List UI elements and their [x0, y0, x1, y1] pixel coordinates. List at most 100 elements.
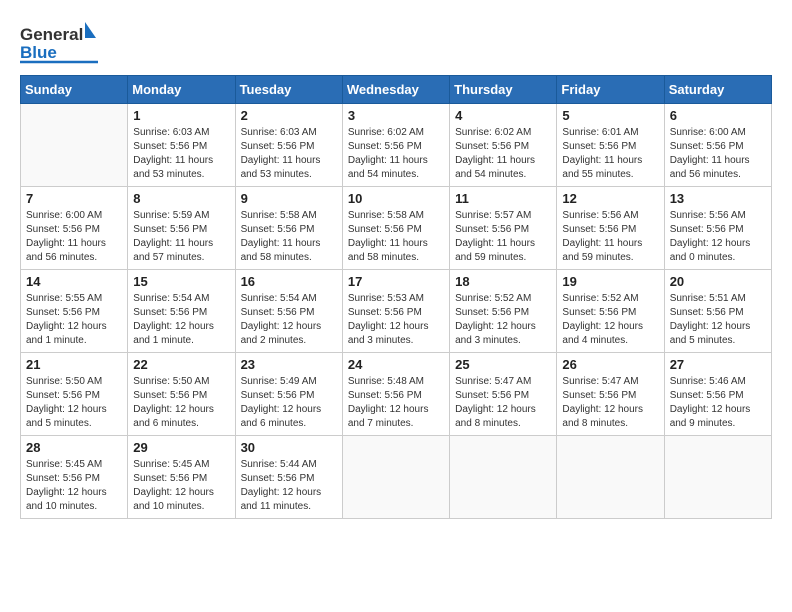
day-info: Sunrise: 6:02 AM Sunset: 5:56 PM Dayligh… [348, 126, 444, 182]
day-info: Sunrise: 5:57 AM Sunset: 5:56 PM Dayligh… [455, 209, 551, 265]
day-number: 12 [562, 191, 658, 206]
day-number: 17 [348, 274, 444, 289]
day-of-week-header: Saturday [664, 76, 771, 104]
calendar-week-row: 21 Sunrise: 5:50 AM Sunset: 5:56 PM Dayli… [21, 353, 772, 436]
day-of-week-header: Thursday [450, 76, 557, 104]
calendar-cell: 3Sunrise: 6:02 AM Sunset: 5:56 PM Daylig… [342, 104, 449, 187]
calendar-cell: 26Sunrise: 5:47 AM Sunset: 5:56 PM Dayli… [557, 353, 664, 436]
calendar-cell: 6 Sunrise: 6:00 AM Sunset: 5:56 PM Daylig… [664, 104, 771, 187]
svg-text:General: General [20, 25, 83, 44]
day-info: Sunrise: 5:47 AM Sunset: 5:56 PM Dayligh… [562, 375, 658, 431]
day-number: 21 [26, 357, 122, 372]
calendar-cell: 18Sunrise: 5:52 AM Sunset: 5:56 PM Dayli… [450, 270, 557, 353]
calendar-cell: 2 Sunrise: 6:03 AM Sunset: 5:56 PM Daylig… [235, 104, 342, 187]
day-info: Sunrise: 5:55 AM Sunset: 5:56 PM Dayligh… [26, 292, 122, 348]
day-number: 24 [348, 357, 444, 372]
calendar-cell: 7Sunrise: 6:00 AM Sunset: 5:56 PM Daylig… [21, 187, 128, 270]
calendar-cell: 24 Sunrise: 5:48 AM Sunset: 5:56 PM Dayli… [342, 353, 449, 436]
calendar-table: SundayMondayTuesdayWednesdayThursdayFrid… [20, 75, 772, 519]
day-number: 29 [133, 440, 229, 455]
day-info: Sunrise: 5:47 AM Sunset: 5:56 PM Dayligh… [455, 375, 551, 431]
calendar-cell: 25 Sunrise: 5:47 AM Sunset: 5:56 PM Dayli… [450, 353, 557, 436]
page-header: General Blue [20, 20, 772, 65]
calendar-cell: 14 Sunrise: 5:55 AM Sunset: 5:56 PM Dayli… [21, 270, 128, 353]
calendar-cell: 1 Sunrise: 6:03 AM Sunset: 5:56 PM Daylig… [128, 104, 235, 187]
day-number: 22 [133, 357, 229, 372]
calendar-cell: 21 Sunrise: 5:50 AM Sunset: 5:56 PM Dayli… [21, 353, 128, 436]
day-info: Sunrise: 5:58 AM Sunset: 5:56 PM Dayligh… [348, 209, 444, 265]
day-number: 13 [670, 191, 766, 206]
day-info: Sunrise: 5:52 AM Sunset: 5:56 PM Dayligh… [562, 292, 658, 348]
day-info: Sunrise: 6:00 AM Sunset: 5:56 PM Dayligh… [26, 209, 122, 265]
day-info: Sunrise: 5:56 AM Sunset: 5:56 PM Dayligh… [670, 209, 766, 265]
day-number: 1 [133, 108, 229, 123]
day-number: 15 [133, 274, 229, 289]
day-info: Sunrise: 5:56 AM Sunset: 5:56 PM Dayligh… [562, 209, 658, 265]
calendar-cell: 28 Sunrise: 5:45 AM Sunset: 5:56 PM Dayli… [21, 436, 128, 519]
day-number: 25 [455, 357, 551, 372]
day-info: Sunrise: 6:03 AM Sunset: 5:56 PM Dayligh… [241, 126, 337, 182]
calendar-cell [21, 104, 128, 187]
logo-svg: General Blue [20, 20, 100, 65]
calendar-cell: 12 Sunrise: 5:56 AM Sunset: 5:56 PM Dayli… [557, 187, 664, 270]
day-info: Sunrise: 5:59 AM Sunset: 5:56 PM Dayligh… [133, 209, 229, 265]
calendar-cell: 20 Sunrise: 5:51 AM Sunset: 5:56 PM Dayli… [664, 270, 771, 353]
day-info: Sunrise: 6:00 AM Sunset: 5:56 PM Dayligh… [670, 126, 766, 182]
calendar-week-row: 28 Sunrise: 5:45 AM Sunset: 5:56 PM Dayli… [21, 436, 772, 519]
calendar-cell: 10 Sunrise: 5:58 AM Sunset: 5:56 PM Dayli… [342, 187, 449, 270]
calendar-cell: 9 Sunrise: 5:58 AM Sunset: 5:56 PM Daylig… [235, 187, 342, 270]
logo: General Blue [20, 20, 100, 65]
day-info: Sunrise: 5:52 AM Sunset: 5:56 PM Dayligh… [455, 292, 551, 348]
calendar-cell [664, 436, 771, 519]
calendar-cell: 4Sunrise: 6:02 AM Sunset: 5:56 PM Daylig… [450, 104, 557, 187]
day-info: Sunrise: 5:44 AM Sunset: 5:56 PM Dayligh… [241, 458, 337, 514]
calendar-cell: 27 Sunrise: 5:46 AM Sunset: 5:56 PM Dayli… [664, 353, 771, 436]
calendar-cell [450, 436, 557, 519]
day-info: Sunrise: 5:46 AM Sunset: 5:56 PM Dayligh… [670, 375, 766, 431]
day-info: Sunrise: 6:03 AM Sunset: 5:56 PM Dayligh… [133, 126, 229, 182]
day-info: Sunrise: 5:45 AM Sunset: 5:56 PM Dayligh… [26, 458, 122, 514]
day-info: Sunrise: 5:54 AM Sunset: 5:56 PM Dayligh… [241, 292, 337, 348]
calendar-cell: 30 Sunrise: 5:44 AM Sunset: 5:56 PM Dayli… [235, 436, 342, 519]
calendar-week-row: 1 Sunrise: 6:03 AM Sunset: 5:56 PM Daylig… [21, 104, 772, 187]
day-number: 2 [241, 108, 337, 123]
day-of-week-header: Sunday [21, 76, 128, 104]
day-info: Sunrise: 5:50 AM Sunset: 5:56 PM Dayligh… [26, 375, 122, 431]
day-info: Sunrise: 5:53 AM Sunset: 5:56 PM Dayligh… [348, 292, 444, 348]
day-of-week-header: Wednesday [342, 76, 449, 104]
day-info: Sunrise: 5:45 AM Sunset: 5:56 PM Dayligh… [133, 458, 229, 514]
day-info: Sunrise: 5:48 AM Sunset: 5:56 PM Dayligh… [348, 375, 444, 431]
calendar-cell: 23 Sunrise: 5:49 AM Sunset: 5:56 PM Dayli… [235, 353, 342, 436]
day-info: Sunrise: 5:58 AM Sunset: 5:56 PM Dayligh… [241, 209, 337, 265]
day-info: Sunrise: 6:01 AM Sunset: 5:56 PM Dayligh… [562, 126, 658, 182]
day-number: 23 [241, 357, 337, 372]
calendar-cell [557, 436, 664, 519]
day-number: 6 [670, 108, 766, 123]
day-number: 5 [562, 108, 658, 123]
day-number: 11 [455, 191, 551, 206]
day-number: 30 [241, 440, 337, 455]
day-number: 9 [241, 191, 337, 206]
day-number: 27 [670, 357, 766, 372]
day-number: 14 [26, 274, 122, 289]
calendar-cell: 22Sunrise: 5:50 AM Sunset: 5:56 PM Dayli… [128, 353, 235, 436]
day-number: 4 [455, 108, 551, 123]
day-info: Sunrise: 5:54 AM Sunset: 5:56 PM Dayligh… [133, 292, 229, 348]
day-info: Sunrise: 5:51 AM Sunset: 5:56 PM Dayligh… [670, 292, 766, 348]
calendar-cell: 29 Sunrise: 5:45 AM Sunset: 5:56 PM Dayli… [128, 436, 235, 519]
calendar-cell: 11 Sunrise: 5:57 AM Sunset: 5:56 PM Dayli… [450, 187, 557, 270]
svg-text:Blue: Blue [20, 43, 57, 62]
day-of-week-header: Friday [557, 76, 664, 104]
day-of-week-header: Monday [128, 76, 235, 104]
day-number: 28 [26, 440, 122, 455]
day-number: 16 [241, 274, 337, 289]
calendar-cell: 19 Sunrise: 5:52 AM Sunset: 5:56 PM Dayli… [557, 270, 664, 353]
day-number: 8 [133, 191, 229, 206]
calendar-cell: 5 Sunrise: 6:01 AM Sunset: 5:56 PM Daylig… [557, 104, 664, 187]
day-number: 20 [670, 274, 766, 289]
day-number: 19 [562, 274, 658, 289]
day-number: 10 [348, 191, 444, 206]
day-info: Sunrise: 5:49 AM Sunset: 5:56 PM Dayligh… [241, 375, 337, 431]
calendar-header-row: SundayMondayTuesdayWednesdayThursdayFrid… [21, 76, 772, 104]
calendar-cell [342, 436, 449, 519]
